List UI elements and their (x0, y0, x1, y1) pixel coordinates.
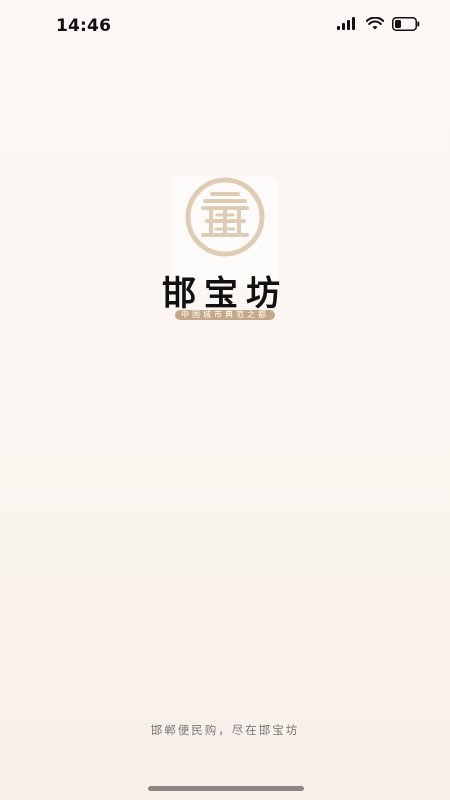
home-indicator (148, 786, 304, 791)
cellular-signal-icon (336, 17, 358, 31)
wifi-icon (365, 16, 385, 31)
brand-slogan: 中国城市典范之都 (175, 310, 275, 320)
footer-tagline: 邯郸便民购，尽在邯宝坊 (150, 723, 300, 737)
battery-icon (392, 17, 420, 31)
brand-name: 邯宝坊 (162, 274, 288, 314)
status-time: 14:46 (56, 16, 112, 36)
status-icons (336, 16, 420, 31)
status-bar: 14:46 (0, 0, 450, 52)
